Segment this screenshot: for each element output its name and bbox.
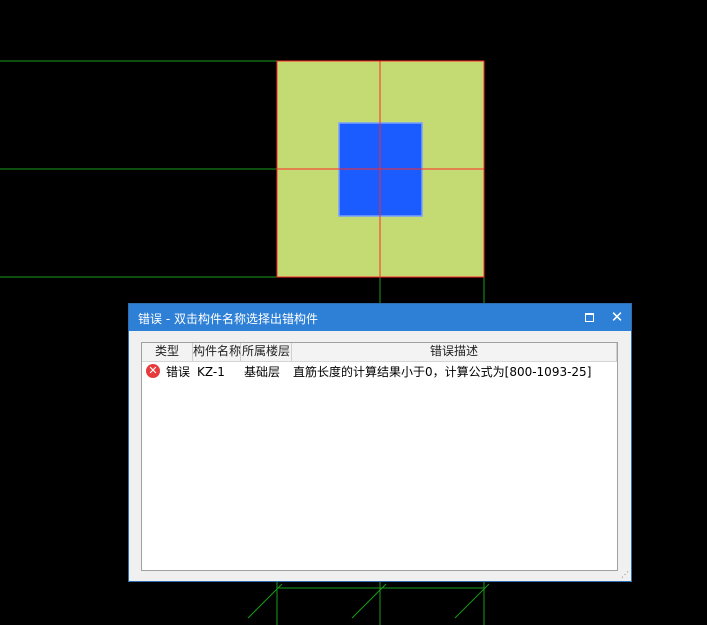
list-header: 类型 构件名称 所属楼层 错误描述 xyxy=(142,343,617,362)
grid-line-diagonal xyxy=(351,583,387,619)
close-button[interactable]: ✕ xyxy=(608,308,626,326)
cell-floor: 基础层 xyxy=(244,365,281,379)
dialog-titlebar[interactable]: 错误 - 双击构件名称选择出错构件 ✕ xyxy=(129,304,631,331)
cell-type: 错误 xyxy=(166,365,191,379)
error-dialog: 错误 - 双击构件名称选择出错构件 ✕ 类型 构件名称 所属楼层 错误描述 ✕ … xyxy=(129,304,631,581)
column-header-type[interactable]: 类型 xyxy=(142,343,193,361)
maximize-button[interactable] xyxy=(580,308,598,326)
error-list[interactable]: 类型 构件名称 所属楼层 错误描述 ✕ 错误 KZ-1 基础层 直筋长度的计算结… xyxy=(141,342,618,571)
column-header-description[interactable]: 错误描述 xyxy=(292,343,617,361)
table-row[interactable]: ✕ 错误 KZ-1 基础层 直筋长度的计算结果小于0，计算公式为[800-109… xyxy=(142,363,617,381)
error-icon: ✕ xyxy=(146,364,160,378)
dialog-title: 错误 - 双击构件名称选择出错构件 xyxy=(138,312,318,326)
cell-description: 直筋长度的计算结果小于0，计算公式为[800-1093-25] xyxy=(293,365,592,379)
maximize-icon xyxy=(584,313,594,322)
column-header-name[interactable]: 构件名称 xyxy=(193,343,241,361)
column-header-floor[interactable]: 所属楼层 xyxy=(241,343,292,361)
cell-component-name[interactable]: KZ-1 xyxy=(197,363,225,381)
resize-grip-icon[interactable]: ⋰ xyxy=(621,571,629,579)
